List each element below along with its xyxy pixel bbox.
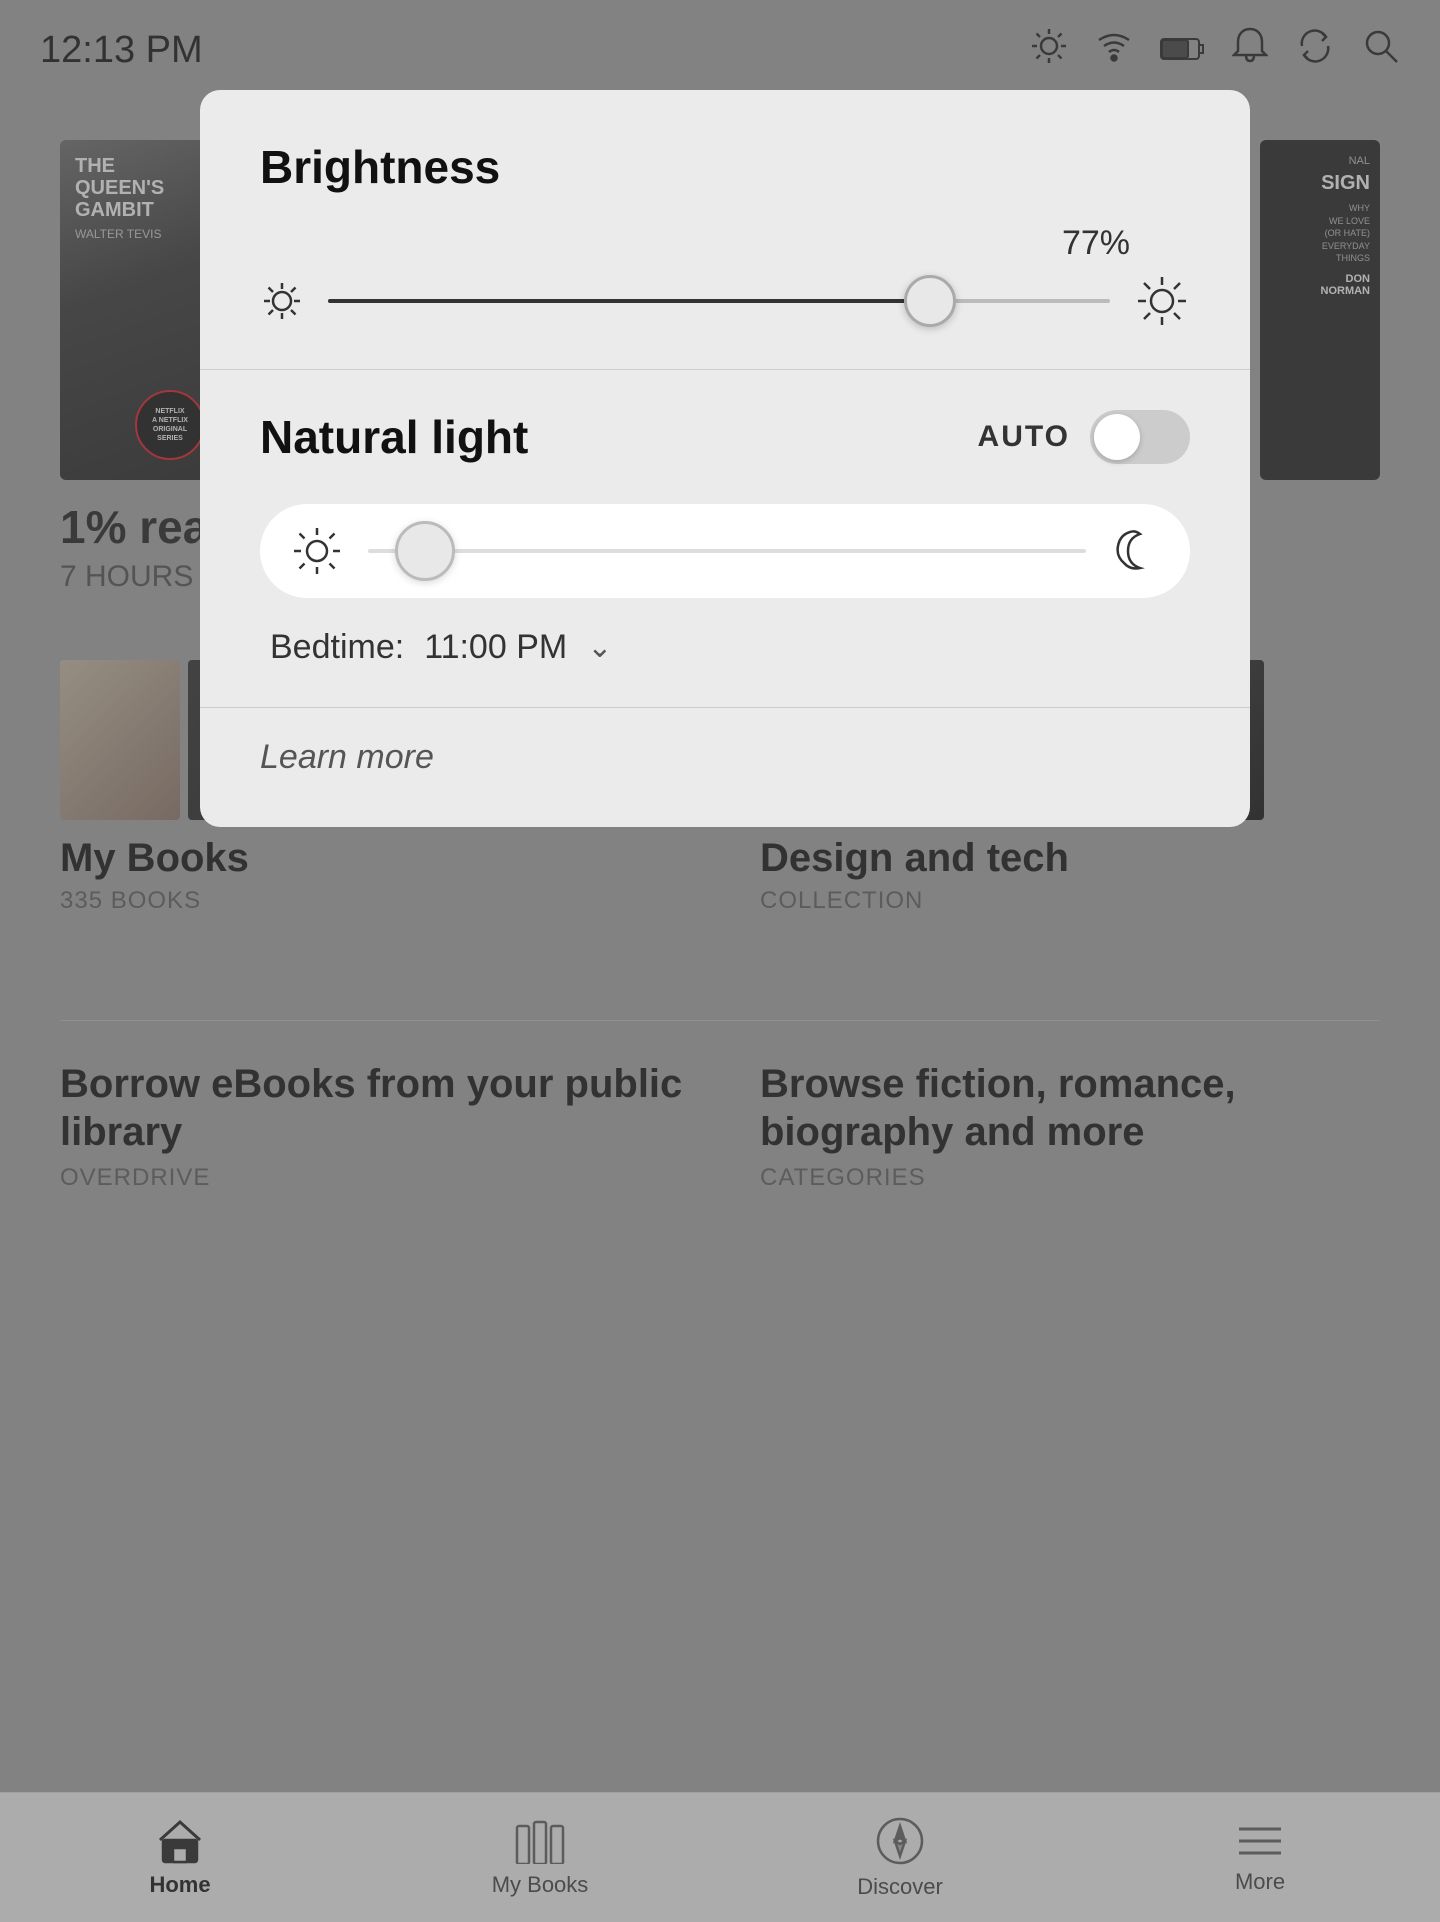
brightness-slider-thumb[interactable]	[904, 275, 956, 327]
warm-light-slider[interactable]	[260, 504, 1190, 598]
brightness-section: Brightness 77%	[200, 90, 1250, 370]
bedtime-label: Bedtime:	[270, 628, 404, 667]
warm-slider-thumb[interactable]	[395, 521, 455, 581]
sun-small-icon	[260, 279, 304, 323]
bedtime-value[interactable]: 11:00 PM	[424, 628, 567, 667]
brightness-slider-track[interactable]	[328, 299, 1110, 303]
warm-slider-track[interactable]	[368, 549, 1086, 553]
bedtime-chevron-icon[interactable]: ⌄	[587, 630, 612, 665]
natural-light-section: Natural light AUTO	[200, 370, 1250, 708]
natural-light-title: Natural light	[260, 410, 528, 464]
bedtime-row: Bedtime: 11:00 PM ⌄	[260, 628, 1190, 667]
brightness-panel: Brightness 77%	[200, 90, 1250, 827]
brightness-heading: Brightness	[260, 140, 1190, 194]
auto-label: AUTO	[978, 420, 1070, 454]
brightness-slider-container: 77%	[260, 224, 1190, 329]
auto-toggle-group: AUTO	[978, 410, 1190, 464]
sun-warm-icon	[290, 524, 344, 578]
learn-more-section: Learn more	[200, 708, 1250, 827]
brightness-slider-row	[260, 273, 1190, 329]
brightness-slider-fill	[328, 299, 930, 303]
natural-light-toggle[interactable]	[1090, 410, 1190, 464]
brightness-percent: 77%	[260, 224, 1190, 263]
natural-light-header: Natural light AUTO	[260, 410, 1190, 464]
sun-large-icon	[1134, 273, 1190, 329]
moon-icon	[1110, 526, 1160, 576]
learn-more-link[interactable]: Learn more	[260, 738, 434, 776]
